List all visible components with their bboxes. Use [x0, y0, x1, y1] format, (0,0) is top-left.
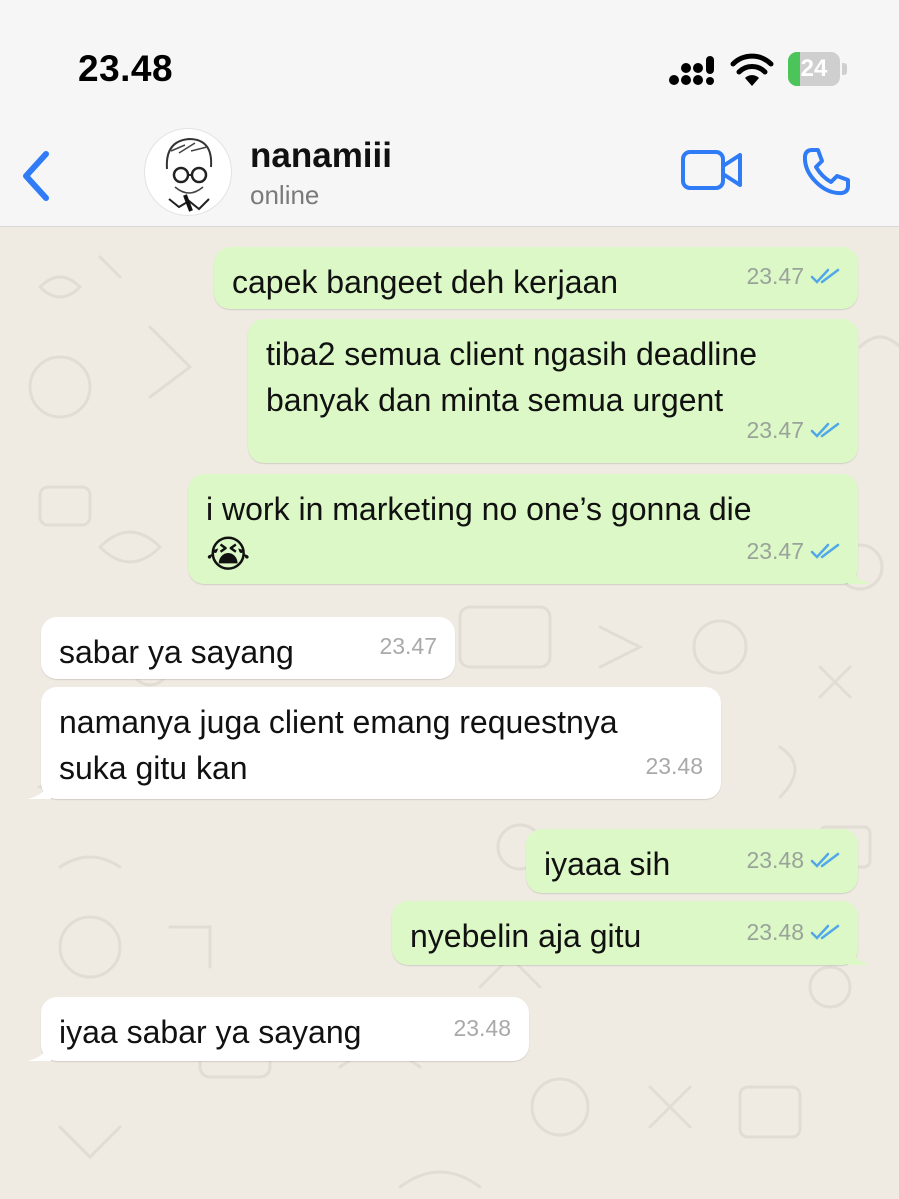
avatar[interactable] — [144, 128, 232, 216]
message-text: iyaa sabar ya sayang — [59, 1014, 362, 1050]
bubble-tail — [27, 777, 51, 799]
message-meta: 23.48 — [645, 743, 703, 789]
read-receipt-icon — [810, 422, 840, 438]
crying-face-emoji: 😭 — [206, 534, 251, 576]
message-time: 23.47 — [746, 263, 804, 289]
message-text: i work in marketing no one’s gonna die 😭 — [206, 491, 752, 576]
cellular-signal-icon — [669, 56, 714, 85]
message-meta: 23.48 — [746, 909, 840, 955]
message-meta: 23.48 — [746, 837, 840, 883]
outgoing-message[interactable]: capek bangeet deh kerjaan 23.47 — [214, 247, 858, 309]
message-time: 23.48 — [746, 919, 804, 945]
contact-name[interactable]: nanamiii — [250, 136, 392, 176]
bubble-tail — [27, 1039, 51, 1061]
wifi-icon — [730, 53, 774, 86]
read-receipt-icon — [810, 924, 840, 940]
message-time: 23.48 — [453, 1015, 511, 1041]
read-receipt-icon — [810, 852, 840, 868]
avatar-sketch-icon — [165, 137, 213, 212]
read-receipt-icon — [810, 268, 840, 284]
message-time: 23.47 — [746, 538, 804, 564]
message-text: namanya juga client emang requestnya suk… — [59, 704, 618, 786]
bubble-tail — [848, 562, 872, 584]
message-time: 23.48 — [645, 753, 703, 779]
outgoing-message[interactable]: nyebelin aja gitu 23.48 — [392, 901, 872, 965]
incoming-message[interactable]: namanya juga client emang requestnya suk… — [27, 687, 721, 799]
status-bar: 23.48 24 — [0, 0, 899, 118]
message-time: 23.47 — [746, 417, 804, 443]
message-meta: 23.47 — [746, 407, 840, 453]
message-meta: 23.47 — [746, 528, 840, 574]
incoming-message[interactable]: sabar ya sayang 23.47 — [41, 617, 455, 679]
video-camera-icon[interactable] — [680, 148, 744, 192]
message-time: 23.48 — [746, 847, 804, 873]
battery-level: 24 — [800, 55, 828, 82]
incoming-message[interactable]: iyaa sabar ya sayang 23.48 — [27, 997, 529, 1061]
phone-icon[interactable] — [800, 146, 852, 198]
contact-status: online — [250, 180, 320, 210]
outgoing-message[interactable]: tiba2 semua client ngasih deadline banya… — [248, 319, 858, 463]
message-meta: 23.48 — [453, 1005, 511, 1051]
chat-header: nanamiii online — [0, 118, 899, 227]
message-time: 23.47 — [379, 633, 437, 659]
read-receipt-icon — [810, 543, 840, 559]
status-time: 23.48 — [78, 48, 174, 89]
outgoing-message[interactable]: i work in marketing no one’s gonna die 😭 … — [188, 474, 872, 584]
chat-area[interactable]: capek bangeet deh kerjaan 23.47 tiba2 se… — [0, 227, 899, 1199]
chevron-left-icon[interactable] — [16, 148, 56, 204]
battery-icon: 24 — [788, 52, 850, 86]
outgoing-message[interactable]: iyaaa sih 23.48 — [526, 829, 858, 893]
message-meta: 23.47 — [746, 253, 840, 299]
message-meta: 23.47 — [379, 623, 437, 669]
bubble-tail — [848, 943, 872, 965]
